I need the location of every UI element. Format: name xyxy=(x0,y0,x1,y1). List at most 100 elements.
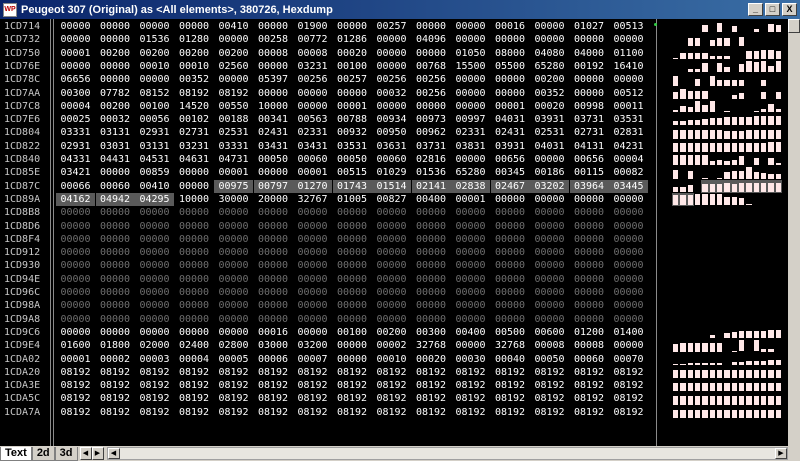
hex-cell[interactable]: 00000 xyxy=(372,33,411,46)
hex-cell[interactable]: 00000 xyxy=(451,273,490,286)
hex-cell[interactable]: 00000 xyxy=(293,259,332,272)
hex-cell[interactable]: 00000 xyxy=(412,206,451,219)
hex-cell[interactable]: 08192 xyxy=(293,379,332,392)
vertical-scrollbar[interactable] xyxy=(788,19,800,446)
hex-cell[interactable]: 00000 xyxy=(96,233,135,246)
hex-cell[interactable]: 00400 xyxy=(412,193,451,206)
hex-cell[interactable]: 00000 xyxy=(293,233,332,246)
hex-cell[interactable]: 00001 xyxy=(491,100,530,113)
hex-cell[interactable]: 00000 xyxy=(135,259,174,272)
hex-cell[interactable]: 00000 xyxy=(214,220,253,233)
hex-cell[interactable]: 08000 xyxy=(491,47,530,60)
hex-cell[interactable]: 00000 xyxy=(96,299,135,312)
hex-cell[interactable]: 00000 xyxy=(214,286,253,299)
hex-cell[interactable]: 00797 xyxy=(253,179,293,193)
hex-cell[interactable]: 00000 xyxy=(451,286,490,299)
hex-cell[interactable]: 01100 xyxy=(609,47,648,60)
hex-cell[interactable]: 00192 xyxy=(570,60,609,73)
hex-cell[interactable]: 08192 xyxy=(609,379,648,392)
hex-cell[interactable]: 00000 xyxy=(175,246,214,259)
hex-cell[interactable]: 00060 xyxy=(96,180,135,193)
hex-cell[interactable]: 02400 xyxy=(175,339,214,352)
tab-text[interactable]: Text xyxy=(0,446,32,461)
hex-cell[interactable]: 00200 xyxy=(135,47,174,60)
hex-cell[interactable]: 00410 xyxy=(135,180,174,193)
hex-cell[interactable]: 00032 xyxy=(372,87,411,100)
hex-cell[interactable]: 00997 xyxy=(451,113,490,126)
hex-cell[interactable]: 01029 xyxy=(372,166,411,179)
hex-cell[interactable]: 00000 xyxy=(135,299,174,312)
hex-cell[interactable]: 00070 xyxy=(609,353,648,366)
hex-row[interactable]: 01600 01800 02000 02400 02800 03000 03200 00000… xyxy=(56,339,654,352)
hex-cell[interactable]: 00000 xyxy=(56,206,95,219)
hex-cell[interactable]: 00000 xyxy=(372,220,411,233)
hex-cell[interactable]: 00000 xyxy=(412,47,451,60)
hex-cell[interactable]: 08192 xyxy=(333,406,372,419)
hex-cell[interactable]: 00788 xyxy=(333,113,372,126)
hex-cell[interactable]: 00000 xyxy=(412,259,451,272)
hex-row[interactable]: 00001 00200 00200 00200 00200 00008 00008 00020… xyxy=(56,47,654,60)
hex-row[interactable]: 00000 00000 00000 00000 00000 00000 00000 00000… xyxy=(56,286,654,299)
hex-cell[interactable]: 00000 xyxy=(254,60,293,73)
hex-cell[interactable]: 00000 xyxy=(214,206,253,219)
hex-cell[interactable]: 00000 xyxy=(451,220,490,233)
hex-cell[interactable]: 00000 xyxy=(570,33,609,46)
hex-cell[interactable]: 08192 xyxy=(570,392,609,405)
hex-cell[interactable]: 08192 xyxy=(412,379,451,392)
hex-cell[interactable]: 04000 xyxy=(570,47,609,60)
hex-cell[interactable]: 00000 xyxy=(530,313,569,326)
hex-cell[interactable]: 00300 xyxy=(56,87,95,100)
hex-cell[interactable]: 00962 xyxy=(412,126,451,139)
hex-cell[interactable]: 05397 xyxy=(254,73,293,86)
hex-cell[interactable]: 01536 xyxy=(135,33,174,46)
hex-row[interactable]: 08192 08192 08192 08192 08192 08192 08192 08192… xyxy=(56,379,654,392)
hex-cell[interactable]: 00100 xyxy=(135,100,174,113)
hex-cell[interactable]: 08192 xyxy=(293,406,332,419)
hex-cell[interactable]: 00000 xyxy=(530,286,569,299)
hex-cell[interactable]: 00000 xyxy=(530,273,569,286)
hex-cell[interactable]: 00000 xyxy=(293,273,332,286)
hex-cell[interactable]: 01280 xyxy=(175,33,214,46)
hex-cell[interactable]: 00010 xyxy=(135,60,174,73)
hex-cell[interactable]: 00003 xyxy=(135,353,174,366)
hex-cell[interactable]: 00000 xyxy=(530,153,569,166)
hex-cell[interactable]: 00004 xyxy=(56,100,95,113)
hex-cell[interactable]: 01027 xyxy=(570,20,609,33)
hex-cell[interactable]: 01800 xyxy=(96,339,135,352)
hex-cell[interactable]: 08192 xyxy=(530,379,569,392)
hex-cell[interactable]: 08192 xyxy=(96,392,135,405)
hex-cell[interactable]: 08192 xyxy=(491,366,530,379)
hex-cell[interactable]: 00000 xyxy=(214,273,253,286)
hex-cell[interactable]: 08192 xyxy=(530,406,569,419)
hex-cell[interactable]: 08192 xyxy=(451,406,490,419)
hex-cell[interactable]: 03331 xyxy=(214,140,253,153)
hex-cell[interactable]: 00000 xyxy=(451,20,490,33)
hex-row[interactable]: 00000 00000 01536 01280 00000 00258 00772 01286… xyxy=(56,33,654,46)
hex-cell[interactable]: 00000 xyxy=(491,286,530,299)
hex-cell[interactable]: 08192 xyxy=(570,406,609,419)
hex-cell[interactable]: 00341 xyxy=(254,113,293,126)
hex-cell[interactable]: 03421 xyxy=(56,166,95,179)
hex-cell[interactable]: 00001 xyxy=(293,166,332,179)
hex-cell[interactable]: 02331 xyxy=(451,126,490,139)
hex-cell[interactable]: 00000 xyxy=(333,286,372,299)
hex-cell[interactable]: 00000 xyxy=(530,220,569,233)
hex-cell[interactable]: 00001 xyxy=(214,166,253,179)
hex-cell[interactable]: 04295 xyxy=(135,192,174,206)
hex-cell[interactable]: 00550 xyxy=(214,100,253,113)
scroll-right-icon[interactable]: ▶ xyxy=(775,448,787,459)
hex-cell[interactable]: 00656 xyxy=(491,153,530,166)
hex-cell[interactable]: 08192 xyxy=(175,406,214,419)
hex-cell[interactable]: 00000 xyxy=(254,233,293,246)
hex-cell[interactable]: 02431 xyxy=(491,126,530,139)
hex-cell[interactable]: 00200 xyxy=(214,47,253,60)
hex-cell[interactable]: 00000 xyxy=(570,286,609,299)
hex-cell[interactable]: 03200 xyxy=(293,339,332,352)
hex-cell[interactable]: 00000 xyxy=(451,33,490,46)
hex-cell[interactable]: 03731 xyxy=(570,113,609,126)
hex-cell[interactable]: 01536 xyxy=(412,166,451,179)
hex-cell[interactable]: 08192 xyxy=(56,406,95,419)
hex-cell[interactable]: 03931 xyxy=(530,113,569,126)
hex-cell[interactable]: 00032 xyxy=(96,113,135,126)
hex-cell[interactable]: 03531 xyxy=(609,113,648,126)
